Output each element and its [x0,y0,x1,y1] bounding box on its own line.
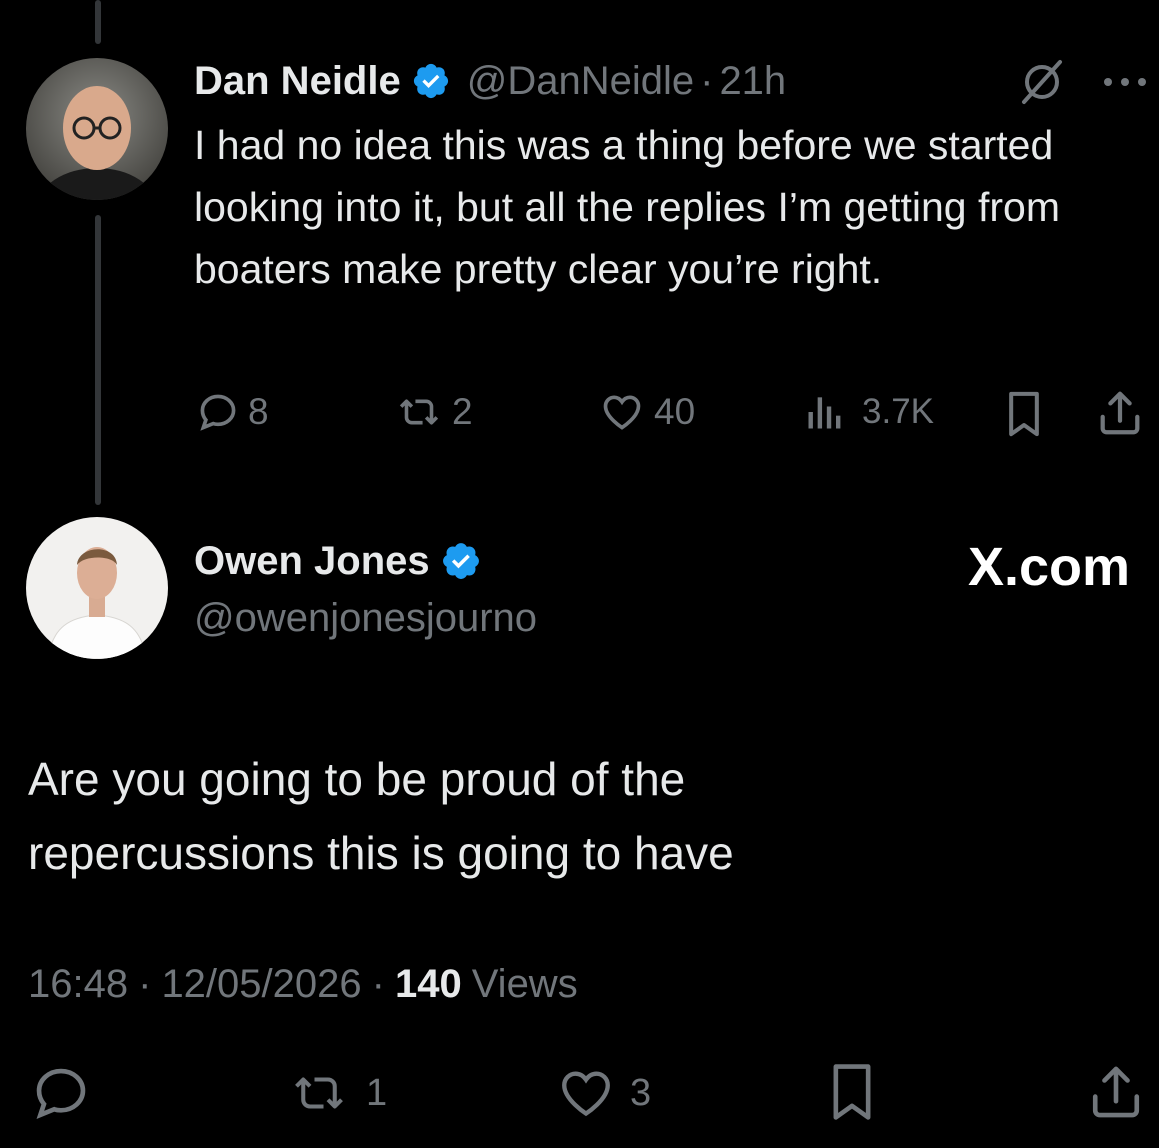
retweet-button[interactable]: 2 [394,390,473,434]
share-icon[interactable] [1096,388,1144,438]
like-count: 40 [654,391,696,432]
bookmark-icon[interactable] [824,1062,880,1122]
grok-icon[interactable] [1016,56,1068,108]
reply-icon [200,394,236,431]
main-tweet-text: Are you going to be proud of the repercu… [28,742,1128,890]
main-tweet-text-line-1: Are you going to be proud of the [28,753,686,805]
tweet-time[interactable]: 16:48 [28,962,128,1007]
share-icon[interactable] [1086,1062,1146,1122]
retweet-button[interactable]: 1 [286,1066,387,1120]
views-bar-chart-icon [808,397,841,429]
heart-icon [562,1071,610,1117]
author-handle[interactable]: @owenjonesjourno [194,596,537,641]
like-button[interactable]: 3 [554,1064,651,1122]
retweet-icon [295,1077,343,1109]
thread-line-connector [95,215,101,505]
author-handle[interactable]: @DanNeidle [467,59,694,104]
verified-badge-icon [413,63,448,99]
views-label: Views [471,962,578,1006]
main-tweet-header: Owen Jones [194,532,482,590]
like-count: 3 [630,1071,652,1114]
bookmark-icon[interactable] [1002,390,1046,438]
owen-jones-avatar[interactable] [26,517,168,659]
views-count: 140 [394,962,462,1006]
main-tweet-text-line-2: repercussions this is going to have [28,827,734,879]
views-count: 3.7K [862,392,934,431]
parent-tweet-header: Dan Neidle @DanNeidle · 21h [194,52,786,110]
author-name[interactable]: Owen Jones [194,539,430,584]
retweet-count: 2 [452,391,473,432]
tweet-meta: 16:48 · 12/05/2026 · 140 Views [28,962,578,1007]
dan-neidle-avatar[interactable] [26,58,168,200]
separator: · [138,962,152,1006]
more-options-icon[interactable] [1102,72,1148,92]
like-button[interactable]: 40 [598,390,695,434]
tweet-time[interactable]: 21h [719,59,786,104]
thread-line-top [95,0,101,44]
retweet-icon [399,399,439,425]
tweet-date[interactable]: 12/05/2026 [161,962,361,1007]
heart-icon [603,395,641,430]
reply-button[interactable]: 8 [196,390,269,434]
separator: · [700,58,714,103]
parent-tweet-text: I had no idea this was a thing before we… [194,122,1060,292]
retweet-count: 1 [366,1071,388,1114]
verified-badge-icon [442,543,479,579]
x-com-brand: X.com [967,537,1130,597]
reply-icon[interactable] [30,1062,92,1124]
separator: · [371,962,385,1006]
views-button[interactable]: 3.7K [802,390,934,434]
author-name[interactable]: Dan Neidle [194,59,401,104]
reply-count: 8 [248,391,269,432]
